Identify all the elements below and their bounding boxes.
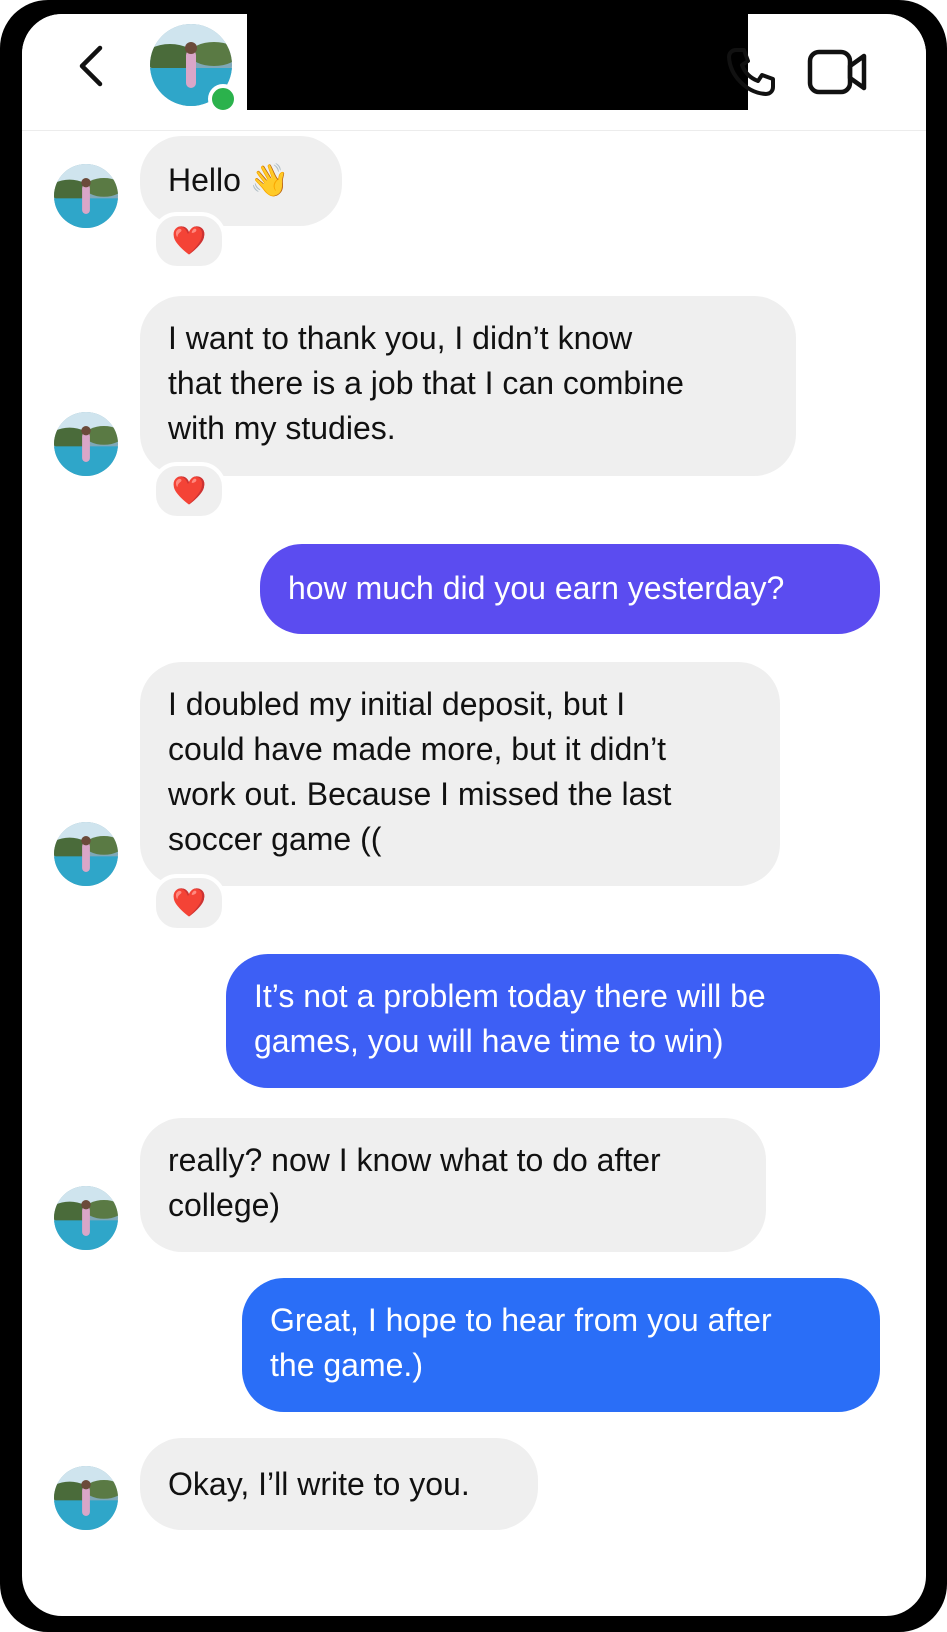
message-text-line: Great, I hope to hear from you after — [270, 1302, 772, 1338]
heart-reaction[interactable]: ❤️ — [152, 874, 226, 932]
chat-screen: Hello 👋 ❤️ I want to thank you, I didn’t… — [22, 14, 926, 1616]
avatar-image — [54, 1466, 118, 1530]
message-text-line: that there is a job that I can combine — [168, 365, 684, 401]
back-button[interactable] — [70, 44, 114, 88]
avatar-image — [54, 822, 118, 886]
message-bubble-incoming[interactable]: I want to thank you, I didn’t know that … — [140, 296, 796, 476]
message-bubble-incoming[interactable]: I doubled my initial deposit, but I coul… — [140, 662, 780, 886]
message-bubble-outgoing[interactable]: Great, I hope to hear from you after the… — [242, 1278, 880, 1412]
message-text-line: soccer game (( — [168, 821, 382, 857]
heart-icon: ❤️ — [171, 225, 207, 256]
message-text-line: It’s not a problem today there will be — [254, 978, 766, 1014]
chat-header — [22, 14, 926, 131]
sender-avatar[interactable] — [54, 1466, 118, 1530]
sender-avatar[interactable] — [54, 822, 118, 886]
message-text-line: I want to thank you, I didn’t know — [168, 320, 633, 356]
redacted-contact-name — [247, 14, 748, 110]
heart-reaction[interactable]: ❤️ — [152, 462, 226, 520]
message-text-line: I doubled my initial deposit, but I — [168, 686, 626, 722]
chevron-left-icon — [79, 45, 103, 87]
message-bubble-outgoing[interactable]: It’s not a problem today there will be g… — [226, 954, 880, 1088]
heart-reaction[interactable]: ❤️ — [152, 212, 226, 270]
message-text-line: with my studies. — [168, 410, 396, 446]
message-bubble-outgoing[interactable]: how much did you earn yesterday? — [260, 544, 880, 634]
phone-frame: Hello 👋 ❤️ I want to thank you, I didn’t… — [0, 0, 947, 1632]
sender-avatar[interactable] — [54, 1186, 118, 1250]
online-status-dot — [208, 84, 238, 114]
message-text-line: could have made more, but it didn’t — [168, 731, 667, 767]
message-text-line: work out. Because I missed the last — [168, 776, 672, 812]
message-text-line: Hello 👋 — [168, 162, 290, 198]
avatar-image — [54, 412, 118, 476]
heart-icon: ❤️ — [171, 475, 207, 506]
message-text-line: really? now I know what to do after — [168, 1142, 661, 1178]
voice-call-button[interactable] — [722, 44, 778, 100]
heart-icon: ❤️ — [171, 887, 207, 918]
message-text-line: Okay, I’ll write to you. — [168, 1466, 470, 1502]
message-text-line: the game.) — [270, 1347, 423, 1383]
message-text-line: college) — [168, 1187, 281, 1223]
message-text-line: how much did you earn yesterday? — [288, 570, 785, 606]
video-camera-icon — [807, 49, 867, 95]
sender-avatar[interactable] — [54, 412, 118, 476]
sender-avatar[interactable] — [54, 164, 118, 228]
message-bubble-incoming[interactable]: Okay, I’ll write to you. — [140, 1438, 538, 1530]
message-bubble-incoming[interactable]: really? now I know what to do after coll… — [140, 1118, 766, 1252]
avatar-image — [54, 1186, 118, 1250]
phone-icon — [727, 48, 775, 96]
video-call-button[interactable] — [806, 44, 878, 100]
avatar-image — [54, 164, 118, 228]
message-text-line: games, you will have time to win) — [254, 1023, 724, 1059]
